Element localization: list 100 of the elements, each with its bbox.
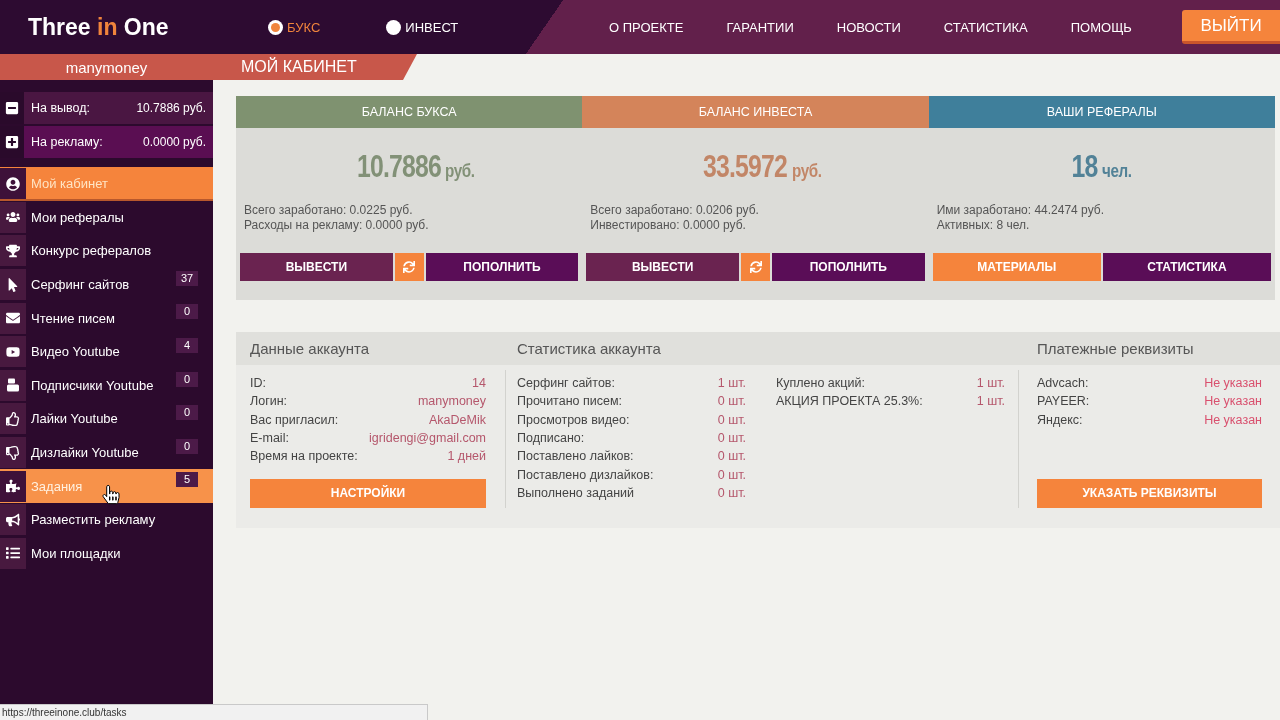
balance-label: На вывод: <box>31 101 91 115</box>
sidebar-item[interactable]: Мои площадки <box>0 536 213 571</box>
sidebar-item[interactable]: Задания 5 <box>0 469 213 503</box>
refresh-button[interactable] <box>394 253 424 281</box>
field-value: Не указан <box>1204 412 1262 427</box>
card-title: БАЛАНС БУКСА <box>236 96 583 128</box>
video-play-icon <box>0 336 26 368</box>
amount-unit: руб. <box>445 160 475 182</box>
field-value: 0 шт. <box>717 467 746 482</box>
refresh-button[interactable] <box>741 253 770 281</box>
balance-stat: Ими заработано: 44.2474 руб. <box>936 203 1105 218</box>
field-value: Не указан <box>1204 376 1262 391</box>
field-value: 14 <box>472 376 486 391</box>
field-value: 1 шт. <box>976 376 1005 391</box>
card-title: ВАШИ РЕФЕРАЛЫ <box>928 96 1275 128</box>
field-label: Яндекс: <box>1037 412 1083 427</box>
action-button[interactable]: ВЫВЕСТИ <box>240 253 393 281</box>
sidebar-item[interactable]: Чтение писем 0 <box>0 301 213 335</box>
field-label: Логин: <box>250 394 288 409</box>
hand-cursor-icon <box>103 485 119 505</box>
radio-icon <box>386 19 402 35</box>
action-button[interactable]: ПОПОЛНИТЬ <box>772 253 925 281</box>
field-value: 0 шт. <box>717 449 746 464</box>
section-title: Статистика аккаунта <box>517 339 662 359</box>
sidebar-item[interactable]: Подписчики Youtube 0 <box>0 368 213 403</box>
field-label: ID: <box>250 376 266 391</box>
field-label: Подписано: <box>517 431 585 446</box>
thumbs-up-icon <box>0 403 26 435</box>
trophy-icon <box>0 235 26 267</box>
field-value: 0 шт. <box>717 485 746 500</box>
action-button[interactable]: ПОПОЛНИТЬ <box>425 253 579 281</box>
nav-link[interactable]: ГАРАНТИИ <box>726 19 794 35</box>
nav-link[interactable]: О ПРОЕКТЕ <box>609 19 684 35</box>
field-value: AkaDeMik <box>429 412 486 427</box>
amount-unit: руб. <box>791 160 822 182</box>
field-label: Куплено акций: <box>776 376 865 391</box>
username-bar: manymoney <box>0 54 213 80</box>
nav-link[interactable]: ПОМОЩЬ <box>1070 19 1132 35</box>
balance-label: На рекламу: <box>31 135 103 149</box>
field-label: Просмотров видео: <box>517 412 630 427</box>
field-value: 1 шт. <box>717 376 746 391</box>
field-label: Advcach: <box>1037 376 1089 391</box>
field-value: 0 шт. <box>717 431 746 446</box>
refresh-icon <box>403 261 416 273</box>
field-label: АКЦИЯ ПРОЕКТА 25.3%: <box>776 394 923 409</box>
radio-icon <box>268 19 283 35</box>
field-label: E-mail: <box>250 431 289 446</box>
field-value: Не указан <box>1204 394 1262 409</box>
status-url: https://threeinone.club/tasks <box>0 704 428 720</box>
count-badge: 0 <box>176 438 198 454</box>
mode-radio[interactable]: ИНВЕСТ <box>386 19 459 35</box>
sidebar-item[interactable]: Дизлайки Youtube 0 <box>0 435 213 470</box>
amount-unit: чел. <box>1101 160 1132 182</box>
balance-stat: Инвестировано: 0.0000 руб. <box>590 218 747 233</box>
balance-amount: 10.7886 <box>357 149 442 185</box>
megaphone-icon <box>0 504 26 536</box>
sidebar-item[interactable]: Видео Youtube 4 <box>0 334 213 369</box>
balance-value: 10.7886 руб. <box>136 101 206 115</box>
section-title: Платежные реквизиты <box>1037 339 1195 359</box>
balance-stat: Активных: 8 чел. <box>936 218 1031 233</box>
balance-stat: Всего заработано: 0.0225 руб. <box>244 203 414 218</box>
field-label: Поставлено лайков: <box>517 449 634 464</box>
action-button[interactable]: СТАТИСТИКА <box>1102 253 1271 281</box>
sidebar-item[interactable]: Серфинг сайтов 37 <box>0 267 213 302</box>
list-icon <box>0 537 26 569</box>
field-label: Серфинг сайтов: <box>517 376 615 391</box>
logo: Three in One <box>28 13 170 41</box>
field-label: Выполнено заданий <box>517 485 635 500</box>
field-value: manymoney <box>417 394 486 409</box>
users-icon <box>0 201 26 233</box>
count-badge: 5 <box>176 472 198 488</box>
puzzle-icon <box>0 470 26 502</box>
count-badge: 0 <box>176 371 198 387</box>
field-value: 1 дней <box>447 449 486 464</box>
sidebar-item[interactable]: Разместить рекламу <box>0 502 213 537</box>
page-title: МОЙ КАБИНЕТ <box>213 54 417 80</box>
field-value: igridengi@gmail.com <box>369 431 486 446</box>
field-label: PAYEER: <box>1037 394 1090 409</box>
sidebar-item[interactable]: Мои рефералы <box>0 200 213 235</box>
nav-link[interactable]: СТАТИСТИКА <box>943 19 1028 35</box>
field-label: Вас пригласил: <box>250 412 339 427</box>
count-badge: 37 <box>176 270 198 286</box>
field-label: Время на проекте: <box>250 449 358 464</box>
field-value: 1 шт. <box>976 394 1005 409</box>
balance-value: 0.0000 руб. <box>143 135 206 149</box>
envelope-icon <box>0 302 26 334</box>
balance-stat: Всего заработано: 0.0206 руб. <box>590 203 760 218</box>
action-button[interactable]: ВЫВЕСТИ <box>586 253 739 281</box>
sidebar-item[interactable]: Лайки Youtube 0 <box>0 402 213 436</box>
section-title: Данные аккаунта <box>250 339 371 359</box>
field-label: Поставлено дизлайков: <box>517 467 654 482</box>
thumbs-down-icon <box>0 437 26 469</box>
count-badge: 0 <box>176 405 198 421</box>
sidebar-item[interactable]: Конкурс рефералов <box>0 234 213 268</box>
field-label: Прочитано писем: <box>517 394 622 409</box>
nav-link[interactable]: НОВОСТИ <box>836 19 901 35</box>
field-value: 0 шт. <box>717 394 746 409</box>
balance-amount: 18 <box>1071 149 1098 185</box>
balance-amount: 33.5972 <box>703 149 788 185</box>
mode-radio[interactable]: БУКС <box>268 19 321 35</box>
